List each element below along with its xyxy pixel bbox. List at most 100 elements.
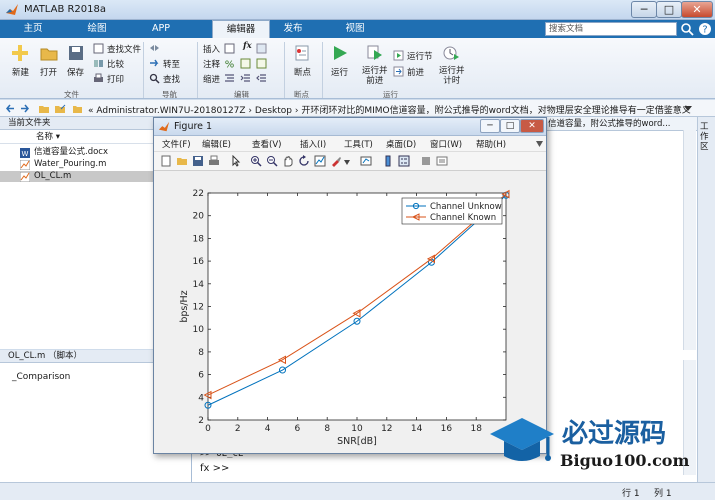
open-folder-icon[interactable] xyxy=(176,155,188,167)
run-button[interactable]: 运行 xyxy=(331,66,348,78)
figure-close-button[interactable]: ✕ xyxy=(520,119,544,133)
axes-box xyxy=(207,192,507,421)
help-icon[interactable]: ? xyxy=(697,21,713,37)
run-section-button[interactable]: 运行节 xyxy=(407,50,433,62)
zoom-out-icon[interactable] xyxy=(266,155,278,167)
pan-icon[interactable] xyxy=(282,155,294,167)
compare-button[interactable]: 比较 xyxy=(107,58,124,70)
y-tick-label: 18 xyxy=(193,234,205,244)
print-button[interactable]: 打印 xyxy=(107,73,124,85)
chevron-down-icon[interactable] xyxy=(684,105,692,112)
workspace-label[interactable]: 工作区 xyxy=(700,122,712,152)
zoom-in-icon[interactable] xyxy=(250,155,262,167)
tab-apps[interactable]: APP xyxy=(136,20,186,38)
status-bar: 行 1 列 1 xyxy=(0,482,715,500)
back-arrow-icon[interactable] xyxy=(5,103,16,114)
find-files-button[interactable]: 查找文件 xyxy=(107,43,141,55)
menu-insert[interactable]: 插入(I) xyxy=(300,138,326,150)
forward-arrow-icon[interactable] xyxy=(19,103,30,114)
x-tick-label: 16 xyxy=(441,424,453,434)
figure-title-bar: Figure 1 ─ □ ✕ xyxy=(154,118,546,136)
search-docs-input[interactable]: 搜索文档 xyxy=(545,22,677,36)
y-tick-label: 2 xyxy=(198,416,204,426)
rotate-icon[interactable] xyxy=(298,155,310,167)
maximize-button[interactable]: □ xyxy=(656,1,682,18)
menu-window[interactable]: 窗口(W) xyxy=(430,138,462,150)
tab-view[interactable]: 视图 xyxy=(330,20,380,38)
indent-button[interactable]: 缩进 xyxy=(203,73,220,85)
print-icon[interactable] xyxy=(208,155,220,167)
y-tick-label: 6 xyxy=(198,371,204,381)
ribbon-separator xyxy=(197,42,198,98)
pointer-icon[interactable] xyxy=(230,155,242,167)
save-icon xyxy=(69,46,83,60)
menu-desktop[interactable]: 桌面(D) xyxy=(386,138,416,150)
command-prompt[interactable]: fx >> xyxy=(200,463,229,474)
editor-scrollbar[interactable] xyxy=(683,130,696,350)
goto-button[interactable]: 转至 xyxy=(163,58,180,70)
x-tick-label: 4 xyxy=(265,424,271,434)
x-tick-label: 18 xyxy=(470,424,482,434)
open-button[interactable]: 打开 xyxy=(40,66,57,78)
insert-button[interactable]: 插入 xyxy=(203,43,220,55)
figure-maximize-button[interactable]: □ xyxy=(500,119,520,133)
menu-overflow-icon[interactable] xyxy=(536,141,543,147)
svg-text:W: W xyxy=(22,150,29,158)
close-button[interactable]: ✕ xyxy=(681,1,713,18)
run-advance-button[interactable]: 运行并 前进 xyxy=(362,66,388,86)
comment-button[interactable]: 注释 xyxy=(203,58,220,70)
logo-text: 必过源码 xyxy=(562,419,666,449)
current-path[interactable]: « Administrator.WIN7U-20180127Z › Deskto… xyxy=(88,103,691,116)
editor-tab-title[interactable]: 信道容量，附公式推导的word... xyxy=(544,117,715,131)
search-icon[interactable] xyxy=(679,21,695,37)
matlab-logo-icon xyxy=(158,121,170,132)
advance-button[interactable]: 前进 xyxy=(407,66,424,78)
figure-title: Figure 1 xyxy=(174,121,213,132)
find-files-icon xyxy=(93,43,104,54)
row-value: 1 xyxy=(633,489,640,499)
tab-plots[interactable]: 绘图 xyxy=(72,20,122,38)
save-icon[interactable] xyxy=(192,155,204,167)
run-time-button[interactable]: 运行并 计时 xyxy=(439,66,465,86)
data-cursor-icon[interactable] xyxy=(314,155,326,167)
new-figure-icon[interactable] xyxy=(160,155,172,167)
tab-publish[interactable]: 发布 xyxy=(268,20,318,38)
hide-plot-tools-icon[interactable] xyxy=(420,155,432,167)
file-name: Water_Pouring.m xyxy=(34,159,107,169)
legend-label: Channel Known xyxy=(430,213,496,223)
link-plot-icon[interactable] xyxy=(360,155,372,167)
y-tick-label: 12 xyxy=(193,303,204,313)
figure-menu-bar: 文件(F) 编辑(E) 查看(V) 插入(I) 工具(T) 桌面(D) 窗口(W… xyxy=(154,136,546,152)
find-button[interactable]: 查找 xyxy=(163,73,180,85)
save-button[interactable]: 保存 xyxy=(67,66,84,78)
tab-editor[interactable]: 编辑器 xyxy=(212,20,270,38)
brush-icon[interactable] xyxy=(330,155,342,167)
menu-help[interactable]: 帮助(H) xyxy=(476,138,506,150)
ribbon-toolstrip: 新建 打开 保存 查找文件 比较 打印 文件 转至 查找 导航 插入 fx 注释… xyxy=(0,38,715,99)
fx-button[interactable]: fx xyxy=(243,41,252,51)
x-tick-label: 12 xyxy=(381,424,392,434)
insert-dropdown-icon xyxy=(256,43,267,54)
y-tick-label: 22 xyxy=(193,189,204,199)
tab-home[interactable]: 主页 xyxy=(8,20,58,38)
menu-tools[interactable]: 工具(T) xyxy=(344,138,373,150)
matlab-file-icon xyxy=(20,160,30,170)
minimize-button[interactable]: ─ xyxy=(631,1,657,18)
legend-icon[interactable] xyxy=(398,155,410,167)
uncomment-icon xyxy=(256,58,267,69)
menu-file[interactable]: 文件(F) xyxy=(162,138,191,150)
show-plot-tools-icon[interactable] xyxy=(436,155,448,167)
run-advance-icon xyxy=(367,45,382,60)
colorbar-icon[interactable] xyxy=(382,155,394,167)
figure-minimize-button[interactable]: ─ xyxy=(480,119,500,133)
smart-indent-icon xyxy=(225,74,234,82)
up-folder-icon[interactable] xyxy=(38,103,50,114)
breakpoints-button[interactable]: 断点 xyxy=(294,66,311,78)
new-button[interactable]: 新建 xyxy=(12,66,29,78)
chevron-down-icon[interactable] xyxy=(344,160,350,165)
y-tick-label: 16 xyxy=(193,257,205,267)
watermark-logo: 必过源码 Biguo100.com xyxy=(490,418,689,470)
menu-edit[interactable]: 编辑(E) xyxy=(202,138,231,150)
menu-view[interactable]: 查看(V) xyxy=(252,138,281,150)
browse-folder-icon[interactable] xyxy=(54,103,66,114)
